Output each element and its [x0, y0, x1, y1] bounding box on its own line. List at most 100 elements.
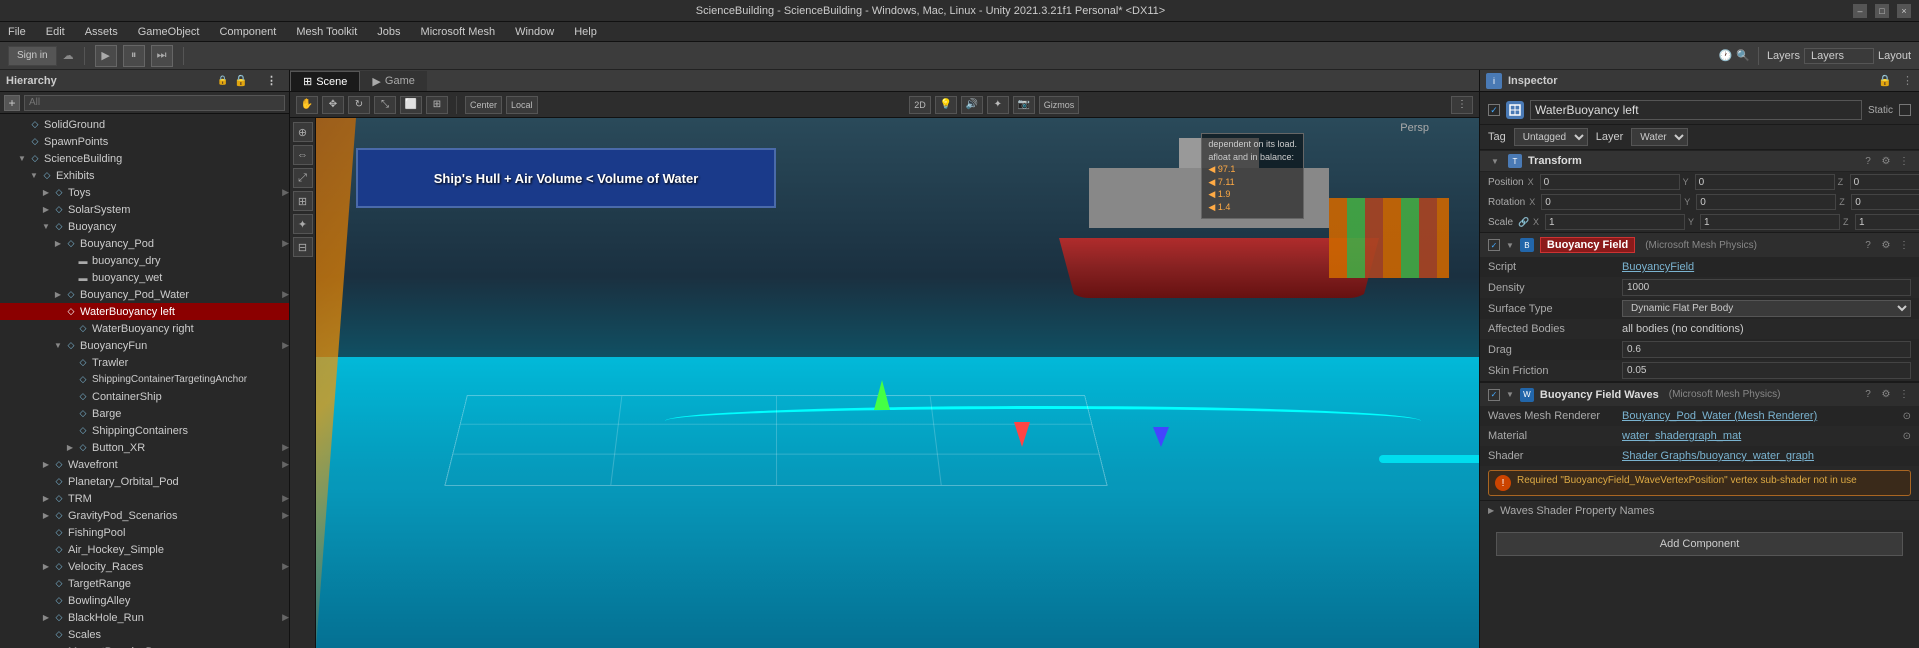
- 2d-toggle[interactable]: 2D: [909, 96, 931, 114]
- play-button[interactable]: ▶: [95, 45, 117, 67]
- inspector-menu-icon[interactable]: ⋮: [1902, 74, 1913, 87]
- tree-item-containership[interactable]: ◇ ContainerShip: [0, 388, 289, 405]
- signin-button[interactable]: Sign in: [8, 46, 57, 66]
- tree-item-shippingcontainers[interactable]: ◇ ShippingContainers: [0, 422, 289, 439]
- buoyancy-field-header[interactable]: ✓ ▼ B Buoyancy Field (Microsoft Mesh Phy…: [1480, 233, 1919, 257]
- tab-scene[interactable]: ⊞ Scene: [290, 71, 360, 91]
- close-button[interactable]: ×: [1897, 4, 1911, 18]
- menu-jobs[interactable]: Jobs: [373, 24, 404, 40]
- hierarchy-lock-icon[interactable]: 🔒: [211, 70, 254, 92]
- static-checkbox[interactable]: [1899, 104, 1911, 116]
- tree-item-trawler[interactable]: ◇ Trawler: [0, 354, 289, 371]
- view-tool-3[interactable]: ⤢: [293, 168, 313, 188]
- tree-item-velocity[interactable]: ◇ Velocity_Races ▶: [0, 558, 289, 575]
- pos-y-input[interactable]: [1695, 174, 1835, 190]
- waves-mesh-renderer-link-icon[interactable]: ⊙: [1903, 411, 1911, 422]
- transform-tool[interactable]: ⊞: [426, 96, 448, 114]
- hierarchy-search-input[interactable]: [24, 95, 285, 111]
- tree-item-targetrange[interactable]: ◇ TargetRange: [0, 575, 289, 592]
- local-toggle[interactable]: Local: [506, 96, 538, 114]
- density-input[interactable]: [1622, 279, 1911, 296]
- tree-item-bouyancy-pod[interactable]: ◇ Bouyancy_Pod ▶: [0, 235, 289, 252]
- hierarchy-add-button[interactable]: +: [4, 95, 20, 111]
- minimize-button[interactable]: –: [1853, 4, 1867, 18]
- gizmos-toggle[interactable]: Gizmos: [1039, 96, 1080, 114]
- rot-x-input[interactable]: [1541, 194, 1681, 210]
- menu-gameobject[interactable]: GameObject: [134, 24, 204, 40]
- menu-mesh-toolkit[interactable]: Mesh Toolkit: [292, 24, 361, 40]
- rotate-tool[interactable]: ↻: [348, 96, 370, 114]
- tree-item-solidground[interactable]: ◇ SolidGround: [0, 116, 289, 133]
- waves-settings-icon[interactable]: ⚙: [1879, 388, 1893, 402]
- script-value[interactable]: BuoyancyField: [1622, 261, 1911, 273]
- tree-item-sciencebuilding[interactable]: ◇ ScienceBuilding: [0, 150, 289, 167]
- view-tool-6[interactable]: ⊟: [293, 237, 313, 257]
- menu-edit[interactable]: Edit: [42, 24, 69, 40]
- tree-item-solarsystem[interactable]: ◇ SolarSystem: [0, 201, 289, 218]
- material-value[interactable]: water_shadergraph_mat: [1622, 430, 1899, 442]
- tree-item-buoyancy[interactable]: ◇ Buoyancy: [0, 218, 289, 235]
- layer-select[interactable]: Water: [1631, 128, 1688, 146]
- tree-item-toys[interactable]: ◇ Toys ▶: [0, 184, 289, 201]
- surface-type-select[interactable]: Dynamic Flat Per Body: [1622, 300, 1911, 317]
- scene-view-camera[interactable]: 📷: [1013, 96, 1035, 114]
- scale-x-input[interactable]: [1545, 214, 1685, 230]
- move-tool[interactable]: ✥: [322, 96, 344, 114]
- tree-item-buoyancyfun[interactable]: ◇ BuoyancyFun ▶: [0, 337, 289, 354]
- inspector-lock-icon[interactable]: 🔒: [1878, 74, 1892, 87]
- transform-help-icon[interactable]: ?: [1861, 154, 1875, 168]
- hierarchy-menu-icon[interactable]: ⋮: [260, 70, 283, 92]
- scale-tool[interactable]: ⤡: [374, 96, 396, 114]
- fx-toggle[interactable]: ✦: [987, 96, 1009, 114]
- waves-more-icon[interactable]: ⋮: [1897, 388, 1911, 402]
- menu-help[interactable]: Help: [570, 24, 601, 40]
- more-options[interactable]: ⋮: [1451, 96, 1473, 114]
- layers-select[interactable]: Layers: [1804, 48, 1874, 64]
- tree-item-waterbuoyancy-left[interactable]: ◇ WaterBuoyancy left: [0, 303, 289, 320]
- pos-z-input[interactable]: [1850, 174, 1919, 190]
- object-name-input[interactable]: [1530, 100, 1862, 120]
- pos-x-input[interactable]: [1540, 174, 1680, 190]
- scale-y-input[interactable]: [1700, 214, 1840, 230]
- view-tool-5[interactable]: ✦: [293, 214, 313, 234]
- menu-assets[interactable]: Assets: [81, 24, 122, 40]
- transform-settings-icon[interactable]: ⚙: [1879, 154, 1893, 168]
- tree-item-buttonxr[interactable]: ◇ Button_XR ▶: [0, 439, 289, 456]
- tree-item-waterbuoyancy-right[interactable]: ◇ WaterBuoyancy right: [0, 320, 289, 337]
- view-tool-2[interactable]: ⇔: [293, 145, 313, 165]
- menu-component[interactable]: Component: [215, 24, 280, 40]
- skin-friction-input[interactable]: [1622, 362, 1911, 379]
- tree-item-spawnpoints[interactable]: ◇ SpawnPoints: [0, 133, 289, 150]
- pivot-toggle[interactable]: Center: [465, 96, 502, 114]
- tree-item-scales[interactable]: ◇ Scales: [0, 626, 289, 643]
- tree-item-bowling[interactable]: ◇ BowlingAlley: [0, 592, 289, 609]
- object-active-checkbox[interactable]: ✓: [1488, 104, 1500, 116]
- view-tool-4[interactable]: ⊞: [293, 191, 313, 211]
- tree-item-fishingpool[interactable]: ◇ FishingPool: [0, 524, 289, 541]
- tree-item-buoyancy-dry[interactable]: ▬ buoyancy_dry: [0, 252, 289, 269]
- buoyancy-enabled-checkbox[interactable]: ✓: [1488, 239, 1500, 251]
- transform-more-icon[interactable]: ⋮: [1897, 154, 1911, 168]
- rot-z-input[interactable]: [1851, 194, 1919, 210]
- material-link-icon[interactable]: ⊙: [1903, 431, 1911, 442]
- menu-microsoft-mesh[interactable]: Microsoft Mesh: [417, 24, 500, 40]
- tag-select[interactable]: Untagged: [1514, 128, 1588, 146]
- drag-input[interactable]: [1622, 341, 1911, 358]
- rect-tool[interactable]: ⬜: [400, 96, 422, 114]
- scene-viewport[interactable]: ⊕ ⇔ ⤢ ⊞ ✦ ⊟ Ship's Hull + Air Volume < V…: [290, 118, 1479, 648]
- tree-item-bouyancy-pod-water[interactable]: ◇ Bouyancy_Pod_Water ▶: [0, 286, 289, 303]
- tree-item-planetary[interactable]: ◇ Planetary_Orbital_Pod: [0, 473, 289, 490]
- tree-item-exhibits[interactable]: ◇ Exhibits: [0, 167, 289, 184]
- menu-window[interactable]: Window: [511, 24, 558, 40]
- transform-section-header[interactable]: ▼ T Transform ? ⚙ ⋮: [1480, 150, 1919, 172]
- scale-z-input[interactable]: [1855, 214, 1919, 230]
- buoyancy-settings-icon[interactable]: ⚙: [1879, 238, 1893, 252]
- add-component-button[interactable]: Add Component: [1496, 532, 1903, 556]
- waves-mesh-renderer-value[interactable]: Bouyancy_Pod_Water (Mesh Renderer): [1622, 410, 1899, 422]
- pause-button[interactable]: ⏸: [123, 45, 145, 67]
- menu-file[interactable]: File: [4, 24, 30, 40]
- lighting-toggle[interactable]: 💡: [935, 96, 957, 114]
- tree-item-barge[interactable]: ◇ Barge: [0, 405, 289, 422]
- audio-toggle[interactable]: 🔊: [961, 96, 983, 114]
- tree-item-trm[interactable]: ◇ TRM ▶: [0, 490, 289, 507]
